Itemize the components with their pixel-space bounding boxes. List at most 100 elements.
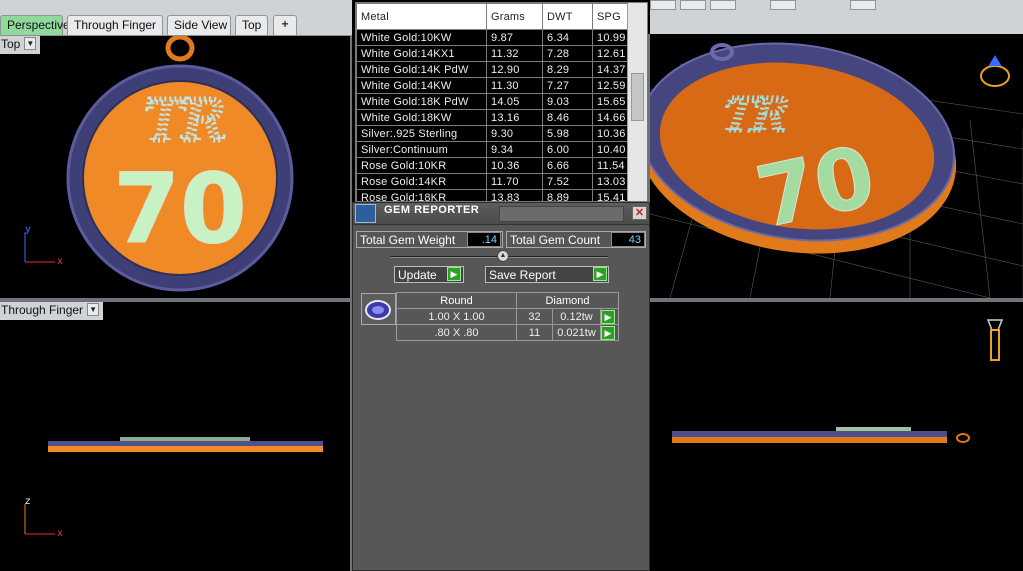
top-viewport[interactable]: Top ▼ TR 70 y x: [0, 36, 352, 298]
pendant-bail-side: [956, 433, 970, 443]
metal-table-cell: 13.16: [486, 109, 543, 126]
metal-table-cell: White Gold:14KW: [356, 77, 487, 94]
metal-table-cell: 12.59: [592, 77, 629, 94]
metal-table-row[interactable]: Rose Gold:18KR 13.83 8.89 15.41: [356, 189, 629, 201]
metal-table-row[interactable]: White Gold:18KW 13.16 8.46 14.66: [356, 109, 629, 126]
metal-table-cell: 10.40: [592, 141, 629, 158]
gem-reporter-titlebar[interactable]: GEM REPORTER ✕: [353, 203, 649, 225]
pendant-bail: [165, 36, 195, 62]
metal-table-row[interactable]: Silver:Continuum 9.34 6.00 10.40: [356, 141, 629, 158]
save-report-button[interactable]: Save Report: [485, 266, 609, 283]
metal-table-cell: 14.05: [486, 93, 543, 110]
total-gem-weight-label-text: Total Gem Weight: [360, 233, 456, 247]
ring-side-icon[interactable]: [986, 319, 1004, 361]
metal-table-cell: 7.28: [542, 45, 593, 62]
metal-table-column-header[interactable]: SPG: [592, 3, 629, 30]
total-gem-weight-value: .14: [467, 232, 501, 247]
play-arrow-icon[interactable]: ▶: [601, 309, 615, 324]
save-report-button-label: Save Report: [489, 268, 556, 282]
toolbar-button[interactable]: [680, 0, 706, 10]
metal-table-cell: 9.03: [542, 93, 593, 110]
gem-type-header: Diamond: [516, 292, 619, 309]
total-gem-count-label-text: Total Gem Count: [510, 233, 601, 247]
toolbar-button[interactable]: [850, 0, 876, 10]
metal-table-cell: 9.30: [486, 125, 543, 142]
pendant-initials: TR: [145, 89, 225, 154]
metal-table-cell: 11.30: [486, 77, 543, 94]
play-arrow-icon[interactable]: ▶: [593, 267, 607, 281]
metal-table-cell: 6.66: [542, 157, 593, 174]
total-gem-count-value: 43: [611, 232, 645, 247]
metal-table-cell: 7.52: [542, 173, 593, 190]
viewport-splitter[interactable]: [0, 298, 352, 302]
metal-table-scrollbar[interactable]: [627, 3, 647, 201]
metal-table-row[interactable]: White Gold:18K PdW 14.05 9.03 15.65: [356, 93, 629, 110]
metal-table-row[interactable]: White Gold:14KX1 11.32 7.28 12.61: [356, 45, 629, 62]
through-finger-viewport[interactable]: Through Finger ▼ z x: [0, 302, 352, 571]
metal-table-cell: 12.90: [486, 61, 543, 78]
metal-table-cell: White Gold:10KW: [356, 29, 487, 46]
slider-knob-icon[interactable]: ▲: [497, 250, 509, 262]
scrollbar-thumb[interactable]: [631, 73, 644, 121]
metal-table-cell: 8.89: [542, 189, 593, 201]
metal-table-cell: 11.54: [592, 157, 629, 174]
metal-table-row[interactable]: Silver:.925 Sterling 9.30 5.98 10.36: [356, 125, 629, 142]
metal-table-row[interactable]: White Gold:14KW 11.30 7.27 12.59: [356, 77, 629, 94]
metal-table-row[interactable]: White Gold:14K PdW 12.90 8.29 14.37: [356, 61, 629, 78]
tab-side-view[interactable]: Side View: [167, 15, 231, 35]
view-tab-bar: Perspective Through Finger Side View Top…: [0, 14, 352, 36]
metal-table-cell: 11.70: [486, 173, 543, 190]
add-tab-button[interactable]: +: [273, 15, 297, 35]
gem-size: .80 X .80: [396, 324, 517, 341]
tab-through-finger[interactable]: Through Finger: [67, 15, 163, 35]
gem-row-arrow[interactable]: ▶: [600, 324, 619, 341]
titlebar-field: [499, 206, 624, 222]
metal-table-cell: 10.36: [486, 157, 543, 174]
update-button-label: Update: [398, 268, 437, 282]
tab-top[interactable]: Top: [235, 15, 268, 35]
side-viewport[interactable]: [650, 302, 1023, 571]
metal-table-column-header[interactable]: Metal: [356, 3, 487, 30]
gem-size: 1.00 X 1.00: [396, 308, 517, 325]
metal-table-header: Metal Grams DWT SPG: [356, 3, 629, 30]
ring-icon[interactable]: [980, 55, 1010, 87]
gem-count: 32: [516, 308, 553, 325]
gem-count: 11: [516, 324, 553, 341]
metal-table-cell: 10.36: [592, 125, 629, 142]
metal-table-cell: 6.34: [542, 29, 593, 46]
metal-table-row[interactable]: White Gold:10KW 9.87 6.34 10.99: [356, 29, 629, 46]
toolbar-button[interactable]: [650, 0, 676, 10]
tab-perspective[interactable]: Perspective: [0, 15, 70, 35]
gem-weight: 0.12tw: [552, 308, 601, 325]
metal-table-column-header[interactable]: Grams: [486, 3, 543, 30]
close-icon[interactable]: ✕: [632, 206, 647, 220]
metal-table-column-header[interactable]: DWT: [542, 3, 593, 30]
metal-table-cell: 9.34: [486, 141, 543, 158]
metal-table-cell: 6.00: [542, 141, 593, 158]
pendant-side-right-render: [672, 319, 1004, 443]
gem-row: 1.00 X 1.00 32 0.12tw ▶: [396, 308, 619, 325]
pendant-frame-side: [48, 441, 323, 446]
metal-table-cell: Rose Gold:14KR: [356, 173, 487, 190]
metal-table-row[interactable]: Rose Gold:14KR 11.70 7.52 13.03: [356, 173, 629, 190]
gem-row-arrow[interactable]: ▶: [600, 308, 619, 325]
metal-table-cell: 9.87: [486, 29, 543, 46]
metal-table-cell: 5.98: [542, 125, 593, 142]
play-arrow-icon[interactable]: ▶: [447, 267, 461, 281]
viewport-splitter[interactable]: [650, 298, 1023, 302]
gem-table-header: Round Diamond: [396, 292, 619, 309]
gem-weight: 0.021tw: [552, 324, 601, 341]
metal-table-cell: 11.32: [486, 45, 543, 62]
metal-table-cell: 14.37: [592, 61, 629, 78]
gem-summary-table: Round Diamond 1.00 X 1.00 32 0.12tw ▶ .8…: [396, 292, 619, 341]
metal-table-cell: Silver:Continuum: [356, 141, 487, 158]
axis-label-x: x: [57, 528, 63, 539]
perspective-viewport[interactable]: TR 70: [650, 34, 1023, 298]
pendant-frame-side: [672, 431, 947, 437]
toolbar-button[interactable]: [770, 0, 796, 10]
pendant-number: 70: [113, 153, 247, 265]
play-arrow-icon[interactable]: ▶: [601, 325, 615, 340]
round-gem-icon[interactable]: [361, 293, 396, 325]
metal-table-row[interactable]: Rose Gold:10KR 10.36 6.66 11.54: [356, 157, 629, 174]
toolbar-button[interactable]: [710, 0, 736, 10]
